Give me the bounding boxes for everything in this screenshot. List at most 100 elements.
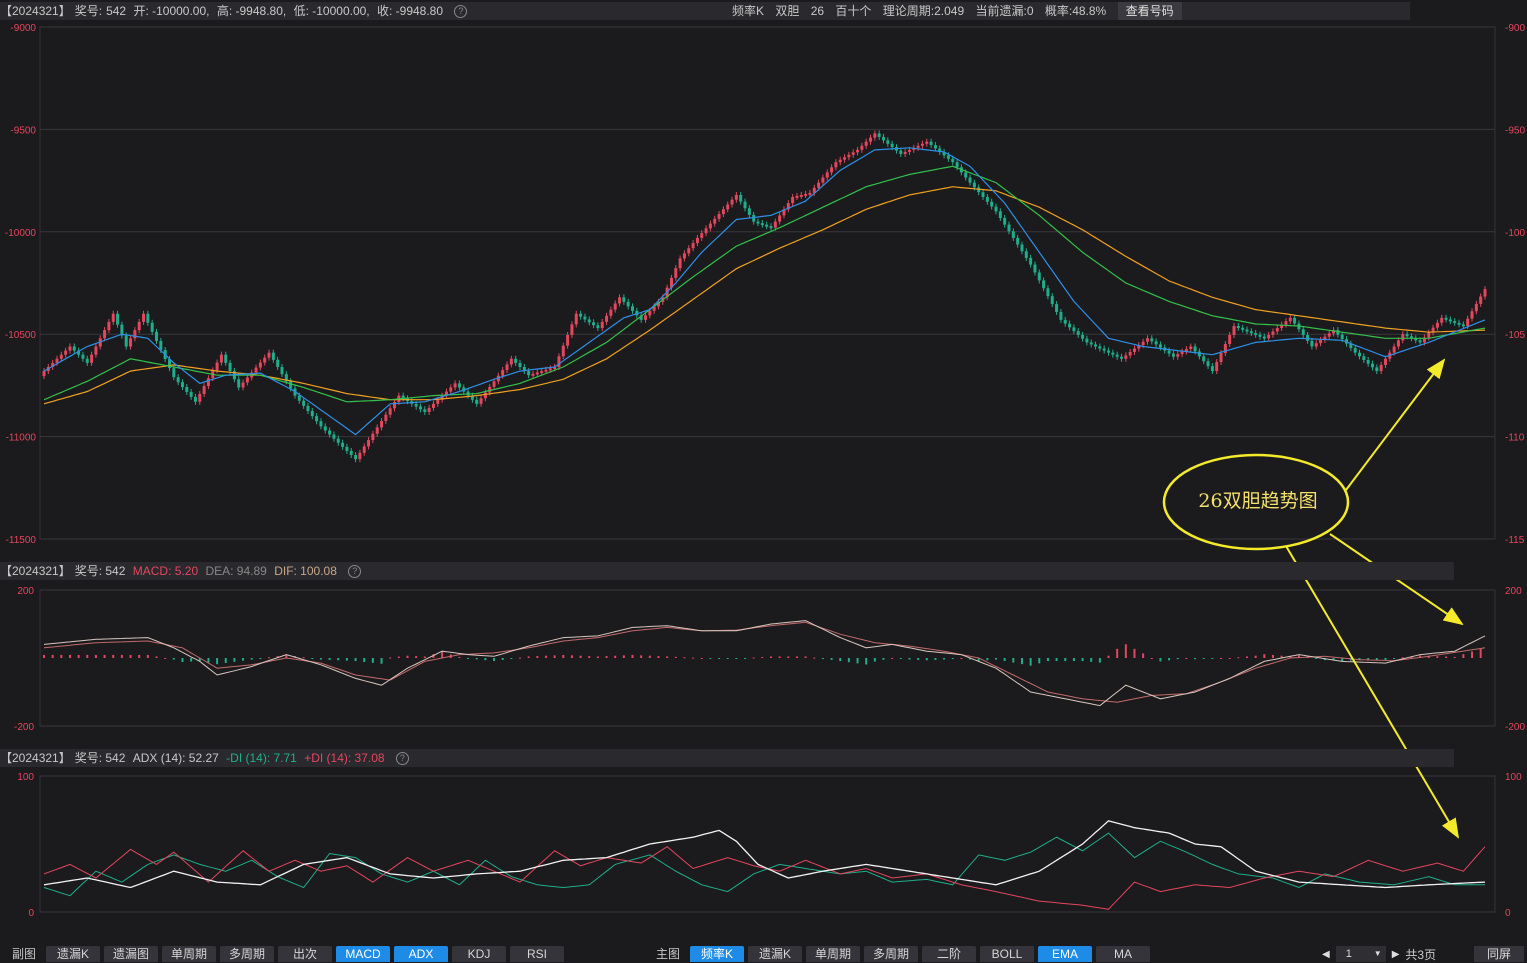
info-item-type: 双胆	[775, 4, 800, 18]
candle-body	[375, 427, 379, 434]
candle-body	[583, 316, 587, 320]
award-value: 542	[106, 4, 127, 18]
candle-body	[518, 362, 522, 367]
candle-body	[998, 211, 1002, 218]
candle-body	[682, 253, 686, 259]
macd-histogram-bar	[77, 654, 80, 658]
candle-body	[1366, 360, 1370, 364]
macd-histogram-bar	[1228, 658, 1231, 659]
next-page-icon[interactable]: ▶	[1392, 949, 1400, 960]
candle-body	[1453, 321, 1457, 324]
candle-body	[371, 433, 375, 441]
prev-page-icon[interactable]: ◀	[1322, 949, 1330, 960]
tab-adx[interactable]: ADX	[394, 946, 449, 962]
macd-histogram-bar	[43, 654, 45, 658]
candle-body	[1396, 340, 1400, 347]
candle-body	[1094, 344, 1098, 347]
candle-body	[613, 303, 617, 310]
macd-histogram-bar	[328, 658, 331, 660]
help-icon[interactable]: ?	[454, 5, 468, 19]
tab-ma[interactable]: MA	[1096, 946, 1151, 962]
tab-main-multi-period[interactable]: 多周期	[864, 946, 919, 962]
macd-histogram-bar	[1081, 658, 1084, 662]
candle-body	[336, 438, 340, 443]
candle-body	[691, 243, 695, 249]
macd-histogram-bar	[1453, 656, 1456, 658]
macd-histogram-bar	[423, 656, 426, 658]
tab-single-period[interactable]: 单周期	[162, 946, 217, 962]
candle-body	[1154, 341, 1158, 345]
candle-body	[886, 140, 890, 144]
candle-body	[271, 352, 275, 360]
candle-body	[747, 208, 751, 215]
tab-boll[interactable]: BOLL	[980, 946, 1035, 962]
lookup-button[interactable]: 查看号码	[1117, 2, 1182, 20]
macd-histogram-bar	[1471, 651, 1474, 658]
total-pages: 共3页	[1405, 947, 1437, 962]
tab-omission-chart[interactable]: 遗漏图	[104, 946, 159, 962]
tab-main-omission-k[interactable]: 遗漏K	[748, 946, 803, 962]
tab-occurrences[interactable]: 出次	[278, 946, 333, 962]
candle-body	[159, 340, 163, 350]
macd-histogram-bar	[891, 658, 894, 659]
candle-body	[1141, 341, 1145, 346]
candle-body	[730, 199, 734, 205]
candle-body	[566, 335, 570, 346]
macd-histogram-bar	[60, 654, 63, 658]
candle-body	[717, 214, 721, 219]
macd-histogram-bar	[1107, 655, 1110, 658]
main-info-right: 频率K 双胆 26 百十个 理论周期:2.049 当前遗漏:0 概率:48.8%…	[732, 2, 1190, 20]
macd-plot-frame	[39, 589, 1496, 727]
candle-body	[860, 145, 864, 150]
dif-line	[43, 620, 1486, 707]
candle-body	[1306, 335, 1310, 341]
macd-ytick-left: -200	[14, 722, 34, 733]
candle-body	[90, 354, 94, 363]
candle-body	[457, 383, 461, 388]
mdi-value: -DI (14): 7.71	[226, 751, 297, 765]
tab-ema[interactable]: EMA	[1038, 946, 1093, 962]
adx-help-icon[interactable]: ?	[395, 752, 409, 766]
tab-macd[interactable]: MACD	[336, 946, 391, 962]
candle-body	[1405, 334, 1409, 337]
macd-histogram-bar	[925, 658, 928, 661]
macd-histogram-bar	[441, 651, 444, 658]
macd-histogram-bar	[1202, 658, 1205, 659]
candle-body	[570, 324, 574, 336]
candle-body	[1189, 346, 1193, 350]
candle-body	[1003, 217, 1007, 225]
tab-main-single-period[interactable]: 单周期	[806, 946, 861, 962]
candle-body	[1124, 355, 1128, 359]
candle-body	[449, 387, 453, 392]
macd-histogram-bar	[389, 657, 392, 659]
tab-second-order[interactable]: 二阶	[922, 946, 977, 962]
tab-frequency-k[interactable]: 频率K	[690, 946, 745, 962]
candle-body	[388, 408, 392, 415]
macd-histogram-bar	[259, 658, 262, 659]
candle-body	[501, 370, 505, 376]
candle-body	[544, 369, 548, 372]
ema-slow-line	[43, 186, 1486, 405]
candle-body	[146, 313, 150, 323]
candle-body	[726, 204, 730, 210]
candle-body	[1258, 334, 1262, 337]
macd-histogram-bar	[605, 656, 608, 658]
candle-body	[643, 315, 647, 320]
candle-body	[1327, 333, 1331, 337]
page-select[interactable]: 1	[1335, 946, 1386, 962]
candle-body	[85, 358, 89, 363]
candle-body	[180, 382, 184, 388]
fullscreen-button[interactable]: 同屏	[1474, 946, 1524, 962]
candle-body	[129, 338, 133, 347]
tab-omission-k[interactable]: 遗漏K	[46, 946, 101, 962]
tab-rsi[interactable]: RSI	[510, 946, 565, 962]
candle-body	[189, 391, 193, 397]
macd-histogram-bar	[510, 658, 513, 659]
tab-kdj[interactable]: KDJ	[452, 946, 507, 962]
candle-body	[514, 358, 518, 363]
candle-body	[358, 452, 362, 460]
candle-body	[609, 309, 613, 316]
macd-histogram-bar	[1271, 654, 1274, 658]
macd-help-icon[interactable]: ?	[348, 565, 362, 579]
tab-multi-period[interactable]: 多周期	[220, 946, 275, 962]
